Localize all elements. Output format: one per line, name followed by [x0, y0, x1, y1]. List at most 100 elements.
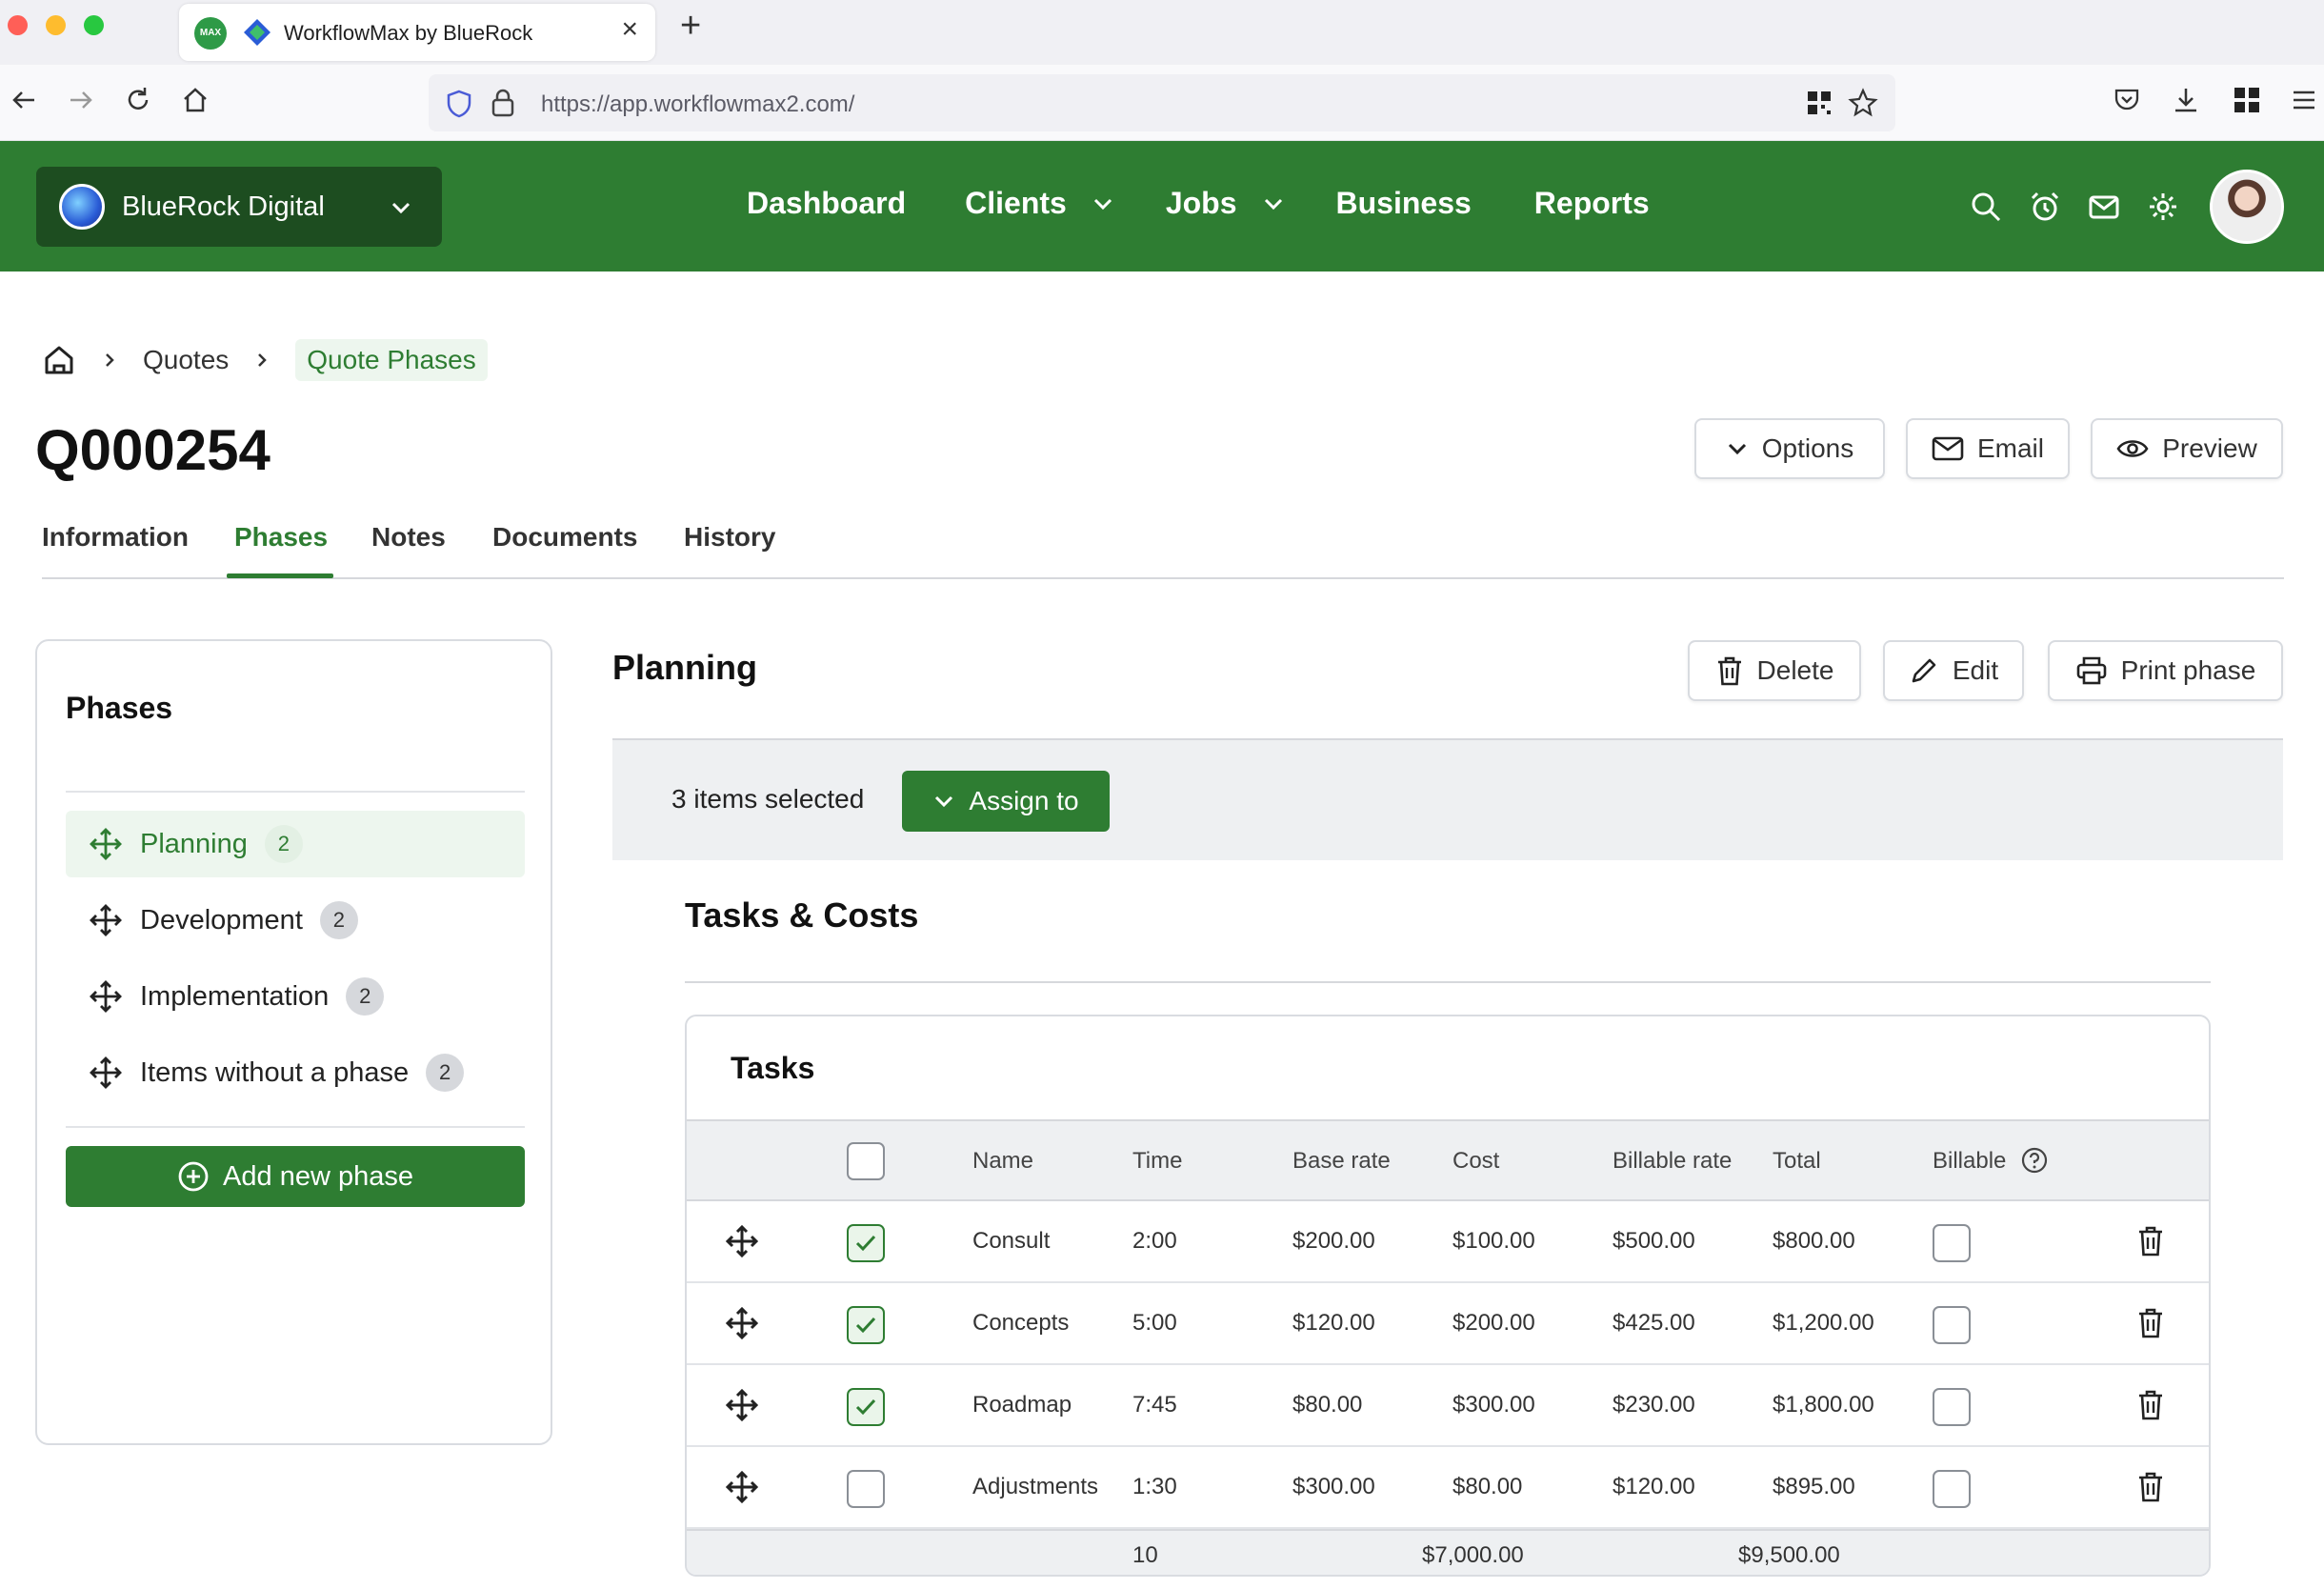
menu-icon[interactable] [2290, 86, 2318, 114]
add-phase-label: Add new phase [223, 1160, 413, 1192]
home-browser-icon[interactable] [181, 86, 210, 114]
selection-count: 3 items selected [671, 784, 865, 814]
row-checkbox[interactable] [847, 1306, 885, 1344]
row-checkbox[interactable] [847, 1388, 885, 1426]
avatar[interactable] [2210, 170, 2284, 244]
pocket-icon[interactable] [2113, 86, 2141, 114]
move-icon[interactable] [725, 1470, 759, 1504]
minimize-window-button[interactable] [46, 15, 66, 35]
reload-icon[interactable] [124, 86, 152, 114]
browser-toolbar: https://app.workflowmax2.com/ [0, 65, 2324, 141]
row-checkbox[interactable] [847, 1224, 885, 1262]
nav-jobs[interactable]: Jobs [1166, 186, 1285, 221]
move-icon[interactable] [89, 827, 123, 861]
trash-icon[interactable] [2136, 1470, 2165, 1504]
phase-count-badge: 2 [264, 825, 303, 863]
new-tab-button[interactable]: + [680, 6, 701, 47]
col-base-rate[interactable]: Base rate [1292, 1148, 1391, 1175]
search-icon[interactable] [1970, 191, 2002, 223]
trash-icon[interactable] [2136, 1388, 2165, 1422]
phase-item-implementation[interactable]: Implementation 2 [66, 963, 525, 1030]
add-phase-button[interactable]: Add new phase [66, 1146, 525, 1207]
tab-documents[interactable]: Documents [492, 522, 637, 553]
nav-reports[interactable]: Reports [1534, 186, 1650, 221]
extensions-icon[interactable] [2233, 86, 2261, 114]
email-button[interactable]: Email [1906, 418, 2070, 479]
phase-name: Implementation [140, 980, 330, 1012]
quote-tabs: Information Phases Notes Documents Histo… [42, 522, 2284, 579]
tab-phases[interactable]: Phases [234, 522, 328, 553]
phase-count-badge: 2 [319, 901, 358, 939]
billable-checkbox[interactable] [1933, 1470, 1971, 1508]
qr-icon[interactable] [1806, 90, 1833, 116]
bookmark-star-icon[interactable] [1848, 88, 1878, 118]
browser-tab[interactable]: MAX WorkflowMax by BlueRock × [179, 4, 655, 61]
phase-item-unassigned[interactable]: Items without a phase 2 [66, 1039, 525, 1106]
col-name[interactable]: Name [972, 1148, 1033, 1175]
breadcrumb-current: Quote Phases [295, 339, 488, 381]
move-icon[interactable] [89, 979, 123, 1014]
maximize-window-button[interactable] [84, 15, 104, 35]
trash-icon[interactable] [2136, 1306, 2165, 1340]
phase-title: Planning [612, 648, 757, 687]
col-total[interactable]: Total [1773, 1148, 1821, 1175]
trash-icon[interactable] [2136, 1224, 2165, 1258]
task-base-rate: $120.00 [1292, 1310, 1375, 1336]
org-logo-icon [59, 184, 105, 230]
nav-clients[interactable]: Clients [965, 186, 1114, 221]
nav-business[interactable]: Business [1336, 186, 1472, 221]
forward-icon[interactable] [67, 86, 95, 114]
gear-icon[interactable] [2147, 191, 2179, 223]
close-tab-icon[interactable]: × [621, 13, 638, 46]
billable-checkbox[interactable] [1933, 1388, 1971, 1426]
nav-dashboard[interactable]: Dashboard [747, 186, 906, 221]
mail-icon[interactable] [2088, 191, 2120, 223]
preview-button[interactable]: Preview [2091, 418, 2283, 479]
move-icon[interactable] [725, 1388, 759, 1422]
task-time: 2:00 [1132, 1228, 1177, 1254]
tab-notes[interactable]: Notes [371, 522, 446, 553]
row-checkbox[interactable] [847, 1470, 885, 1508]
home-icon[interactable] [42, 343, 76, 377]
edit-phase-button[interactable]: Edit [1883, 640, 2024, 701]
task-time: 5:00 [1132, 1310, 1177, 1336]
task-time: 1:30 [1132, 1474, 1177, 1499]
move-icon[interactable] [725, 1306, 759, 1340]
org-switcher[interactable]: BlueRock Digital [36, 167, 442, 247]
billable-checkbox[interactable] [1933, 1224, 1971, 1262]
back-icon[interactable] [10, 86, 38, 114]
col-billable[interactable]: Billable [1933, 1148, 2006, 1175]
phase-name: Items without a phase [140, 1056, 410, 1088]
select-all-checkbox[interactable] [847, 1142, 885, 1180]
move-icon[interactable] [89, 1056, 123, 1090]
download-icon[interactable] [2172, 86, 2200, 114]
help-icon[interactable] [2020, 1146, 2049, 1175]
assign-to-button[interactable]: Assign to [902, 771, 1110, 832]
tab-history[interactable]: History [684, 522, 775, 553]
phase-item-planning[interactable]: Planning 2 [66, 811, 525, 877]
billable-checkbox[interactable] [1933, 1306, 1971, 1344]
phase-count-badge: 2 [426, 1054, 465, 1092]
move-icon[interactable] [89, 903, 123, 937]
assign-to-label: Assign to [969, 786, 1079, 815]
options-button[interactable]: Options [1694, 418, 1885, 479]
breadcrumb-quotes[interactable]: Quotes [143, 345, 229, 375]
print-phase-button[interactable]: Print phase [2048, 640, 2283, 701]
delete-phase-button[interactable]: Delete [1688, 640, 1861, 701]
alarm-icon[interactable] [2029, 191, 2061, 223]
address-bar[interactable]: https://app.workflowmax2.com/ [429, 74, 1895, 131]
total-cost: $7,000.00 [1422, 1542, 1524, 1568]
col-time[interactable]: Time [1132, 1148, 1182, 1175]
phase-item-development[interactable]: Development 2 [66, 887, 525, 954]
eye-icon [2116, 440, 2149, 457]
pencil-icon [1912, 658, 1936, 683]
task-total: $800.00 [1773, 1228, 1855, 1254]
tab-information[interactable]: Information [42, 522, 189, 553]
close-window-button[interactable] [8, 15, 28, 35]
total-time: 10 [1132, 1542, 1158, 1568]
move-icon[interactable] [725, 1224, 759, 1258]
col-billable-rate[interactable]: Billable rate [1613, 1148, 1734, 1175]
tasks-title: Tasks [731, 1051, 815, 1085]
col-cost[interactable]: Cost [1452, 1148, 1499, 1175]
nav-clients-label: Clients [965, 186, 1067, 220]
